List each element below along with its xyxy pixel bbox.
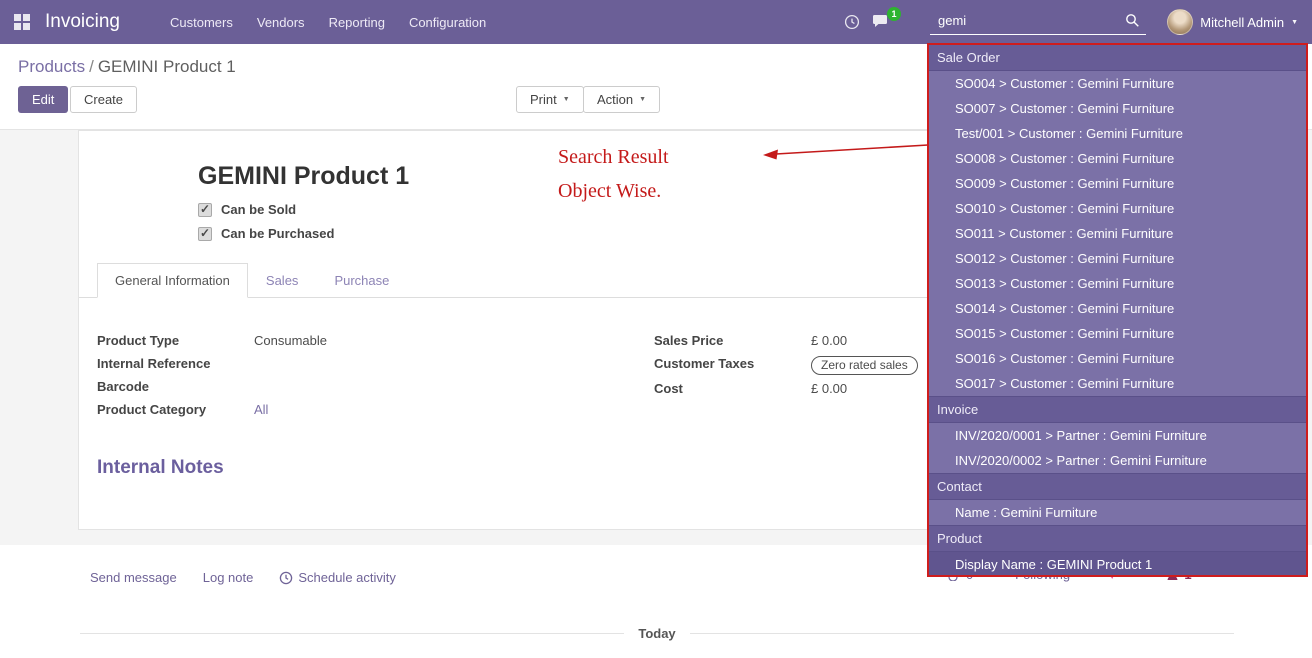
search-result-group-header: Invoice bbox=[929, 396, 1308, 423]
product-flags: Can be Sold Can be Purchased bbox=[198, 202, 334, 250]
activities-clock-icon[interactable] bbox=[844, 14, 860, 30]
field-value: Consumable bbox=[254, 333, 327, 348]
screen: Invoicing Customers Vendors Reporting Co… bbox=[0, 0, 1312, 658]
navbar-search[interactable]: gemi bbox=[930, 7, 1146, 35]
chevron-down-icon: ▼ bbox=[639, 96, 646, 103]
checkbox-row: Can be Sold bbox=[198, 202, 334, 217]
field-value: £ 0.00 bbox=[811, 333, 847, 348]
field-row: Barcode bbox=[97, 379, 617, 396]
navbar-menu-item[interactable]: Customers bbox=[158, 2, 245, 43]
search-result-item[interactable]: SO017 > Customer : Gemini Furniture bbox=[929, 371, 1308, 396]
navbar-menus: Customers Vendors Reporting Configuratio… bbox=[158, 2, 498, 43]
search-result-group-header: Sale Order bbox=[929, 44, 1308, 71]
breadcrumb-products-link[interactable]: Products bbox=[18, 57, 85, 76]
search-result-item[interactable]: INV/2020/0002 > Partner : Gemini Furnitu… bbox=[929, 448, 1308, 473]
internal-notes-heading: Internal Notes bbox=[97, 457, 224, 479]
user-menu[interactable]: Mitchell Admin ▼ bbox=[1167, 9, 1298, 35]
search-icon[interactable] bbox=[1125, 13, 1146, 28]
field-label: Customer Taxes bbox=[654, 356, 811, 371]
checkbox-row: Can be Purchased bbox=[198, 226, 334, 241]
action-button[interactable]: Action▼ bbox=[583, 86, 660, 113]
search-input[interactable]: gemi bbox=[930, 13, 966, 28]
search-result-item[interactable]: SO014 > Customer : Gemini Furniture bbox=[929, 296, 1308, 321]
messages-icon[interactable]: 1 bbox=[872, 14, 891, 29]
avatar bbox=[1167, 9, 1193, 35]
messages-badge: 1 bbox=[887, 7, 901, 21]
search-result-item[interactable]: Test/001 > Customer : Gemini Furniture bbox=[929, 121, 1308, 146]
schedule-activity-button[interactable]: Schedule activity bbox=[279, 570, 396, 585]
search-result-item[interactable]: Name : Gemini Furniture bbox=[929, 500, 1308, 525]
divider-line bbox=[690, 633, 1234, 634]
search-result-item[interactable]: SO012 > Customer : Gemini Furniture bbox=[929, 246, 1308, 271]
clock-icon bbox=[279, 571, 293, 585]
top-navbar: Invoicing Customers Vendors Reporting Co… bbox=[0, 0, 1312, 44]
product-title: GEMINI Product 1 bbox=[198, 162, 409, 191]
search-result-item[interactable]: SO010 > Customer : Gemini Furniture bbox=[929, 196, 1308, 221]
search-result-item[interactable]: SO015 > Customer : Gemini Furniture bbox=[929, 321, 1308, 346]
fields-left-column: Product Type Consumable Internal Referen… bbox=[97, 333, 617, 425]
field-value: £ 0.00 bbox=[811, 381, 847, 396]
field-label: Internal Reference bbox=[97, 356, 254, 371]
notebook-tab[interactable]: Sales bbox=[248, 263, 317, 298]
breadcrumb-separator: / bbox=[89, 57, 94, 76]
edit-button[interactable]: Edit bbox=[18, 86, 68, 113]
annotation-line1: Search Result bbox=[558, 140, 669, 174]
search-result-item[interactable]: SO013 > Customer : Gemini Furniture bbox=[929, 271, 1308, 296]
field-row: Product Category All bbox=[97, 402, 617, 419]
field-label: Sales Price bbox=[654, 333, 811, 348]
chevron-down-icon: ▼ bbox=[563, 96, 570, 103]
today-label: Today bbox=[638, 626, 675, 641]
field-value: Zero rated sales bbox=[811, 356, 918, 375]
annotation-note: Search Result Object Wise. bbox=[558, 140, 669, 208]
annotation-line2: Object Wise. bbox=[558, 174, 669, 208]
navbar-menu-item[interactable]: Reporting bbox=[317, 2, 397, 43]
field-row: Internal Reference bbox=[97, 356, 617, 373]
checkbox-label: Can be Purchased bbox=[221, 226, 334, 241]
log-note-button[interactable]: Log note bbox=[203, 570, 254, 585]
send-message-button[interactable]: Send message bbox=[90, 570, 177, 585]
search-result-item[interactable]: SO011 > Customer : Gemini Furniture bbox=[929, 221, 1308, 246]
search-result-item[interactable]: SO004 > Customer : Gemini Furniture bbox=[929, 71, 1308, 96]
user-name: Mitchell Admin bbox=[1200, 15, 1284, 30]
search-result-item[interactable]: INV/2020/0001 > Partner : Gemini Furnitu… bbox=[929, 423, 1308, 448]
breadcrumb-current: GEMINI Product 1 bbox=[98, 57, 236, 76]
create-button[interactable]: Create bbox=[70, 86, 137, 113]
search-result-item[interactable]: SO007 > Customer : Gemini Furniture bbox=[929, 96, 1308, 121]
navbar-menu-item[interactable]: Vendors bbox=[245, 2, 317, 43]
breadcrumb: Products/GEMINI Product 1 bbox=[18, 57, 236, 77]
chevron-down-icon: ▼ bbox=[1291, 19, 1298, 26]
apps-menu-icon[interactable] bbox=[14, 14, 30, 30]
field-label: Cost bbox=[654, 381, 811, 396]
search-result-item[interactable]: SO008 > Customer : Gemini Furniture bbox=[929, 146, 1308, 171]
schedule-activity-label: Schedule activity bbox=[298, 570, 396, 585]
field-row: Product Type Consumable bbox=[97, 333, 617, 350]
field-label: Product Category bbox=[97, 402, 254, 417]
checkbox[interactable] bbox=[198, 203, 212, 217]
field-label: Product Type bbox=[97, 333, 254, 348]
notebook-tab[interactable]: General Information bbox=[97, 263, 248, 298]
divider-line bbox=[80, 633, 624, 634]
field-value[interactable]: All bbox=[254, 402, 268, 417]
chatter-actions: Send message Log note Schedule activity bbox=[90, 570, 396, 585]
notebook-tab[interactable]: Purchase bbox=[316, 263, 407, 298]
print-button[interactable]: Print▼ bbox=[516, 86, 584, 113]
field-label: Barcode bbox=[97, 379, 254, 394]
checkbox[interactable] bbox=[198, 227, 212, 241]
search-result-group-header: Product bbox=[929, 525, 1308, 552]
search-result-item[interactable]: SO016 > Customer : Gemini Furniture bbox=[929, 346, 1308, 371]
app-name[interactable]: Invoicing bbox=[45, 11, 120, 33]
search-result-item[interactable]: Display Name : GEMINI Product 1 bbox=[929, 552, 1308, 575]
search-results-dropdown: Sale OrderSO004 > Customer : Gemini Furn… bbox=[929, 44, 1308, 575]
today-divider: Today bbox=[80, 626, 1234, 641]
checkbox-label: Can be Sold bbox=[221, 202, 296, 217]
navbar-menu-item[interactable]: Configuration bbox=[397, 2, 498, 43]
search-result-item[interactable]: SO009 > Customer : Gemini Furniture bbox=[929, 171, 1308, 196]
search-result-group-header: Contact bbox=[929, 473, 1308, 500]
